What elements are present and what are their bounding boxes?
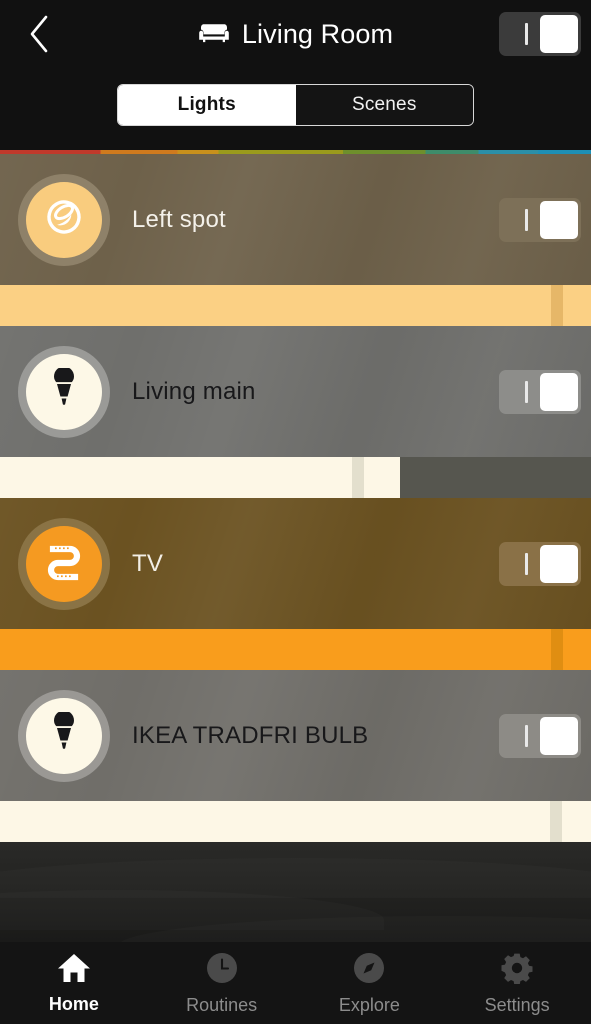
light-name: TV [132, 549, 164, 577]
light-block-ikea-tradfri-bulb: IKEA TRADFRI BULB [0, 670, 591, 842]
light-name: Living main [132, 377, 256, 405]
brightness-fill [0, 629, 591, 670]
brightness-handle[interactable] [352, 457, 364, 498]
lights-list: Left spot Living main TV IKEA TRADFRI BU… [0, 154, 591, 842]
brightness-handle[interactable] [550, 801, 562, 842]
tab-scenes[interactable]: Scenes [295, 85, 473, 125]
light-power-toggle[interactable] [499, 541, 581, 586]
light-row[interactable]: Left spot [0, 154, 591, 285]
room-power-toggle[interactable] [499, 12, 581, 56]
bottom-navigation: Home Routines Explore Settings [0, 942, 591, 1024]
light-block-left-spot: Left spot [0, 154, 591, 326]
tab-lights[interactable]: Lights [118, 85, 296, 125]
app-header: Living Room [0, 0, 591, 68]
brightness-slider[interactable] [0, 801, 591, 842]
light-block-living-main: Living main [0, 326, 591, 498]
nav-item-home-label: Home [48, 994, 99, 1014]
light-row[interactable]: TV [0, 498, 591, 629]
toggle-line-icon [525, 552, 528, 575]
brightness-fill [0, 285, 591, 326]
toggle-knob [540, 372, 578, 411]
room-title-text: Living Room [241, 18, 394, 49]
nav-item-explore-label: Explore [338, 995, 400, 1015]
nav-item-routines-label: Routines [186, 995, 258, 1015]
lightstrip-icon [44, 541, 84, 586]
hue-app-screen: Living Room Lights Scenes Left spot Livi… [0, 0, 591, 1024]
clock-icon [206, 952, 238, 989]
light-row[interactable]: Living main [0, 326, 591, 457]
nav-item-routines[interactable]: Routines [148, 942, 296, 1024]
gear-icon [501, 952, 533, 989]
toggle-line-icon [525, 724, 528, 747]
empty-backdrop [0, 842, 591, 942]
light-avatar [18, 689, 110, 782]
bulb-spot-icon [47, 710, 81, 759]
toggle-knob [540, 544, 578, 583]
light-avatar [18, 345, 110, 438]
lights-scroll-area[interactable]: Left spot Living main TV IKEA TRADFRI BU… [0, 150, 591, 942]
brightness-handle[interactable] [551, 629, 563, 670]
toggle-knob [540, 716, 578, 755]
compass-icon [353, 952, 385, 989]
light-power-toggle[interactable] [499, 369, 581, 414]
tabs-bar: Lights Scenes [0, 68, 591, 150]
spot-downlight-icon [43, 196, 85, 243]
home-icon [57, 953, 91, 988]
light-block-tv: TV [0, 498, 591, 670]
brightness-fill [0, 801, 591, 842]
light-power-toggle[interactable] [499, 713, 581, 758]
bulb-spot-icon [47, 366, 81, 415]
brightness-handle[interactable] [551, 285, 563, 326]
brightness-slider[interactable] [0, 629, 591, 670]
segmented-control: Lights Scenes [117, 84, 474, 126]
nav-item-settings-label: Settings [484, 995, 550, 1015]
tab-scenes-label: Scenes [351, 94, 417, 115]
light-avatar [18, 517, 110, 610]
light-avatar [18, 173, 110, 266]
toggle-line-icon [525, 380, 528, 403]
tab-lights-label: Lights [177, 94, 236, 115]
toggle-line-icon [525, 23, 528, 45]
light-name: Left spot [132, 205, 226, 233]
toggle-knob [540, 200, 578, 239]
brightness-slider[interactable] [0, 457, 591, 498]
light-power-toggle[interactable] [499, 197, 581, 242]
nav-item-settings[interactable]: Settings [443, 942, 591, 1024]
nav-item-home[interactable]: Home [0, 942, 148, 1024]
toggle-knob [540, 15, 578, 53]
light-row[interactable]: IKEA TRADFRI BULB [0, 670, 591, 801]
brightness-fill [0, 457, 401, 498]
nav-item-explore[interactable]: Explore [296, 942, 444, 1024]
brightness-slider[interactable] [0, 285, 591, 326]
light-name: IKEA TRADFRI BULB [132, 721, 369, 749]
sofa-icon [198, 19, 230, 50]
toggle-line-icon [525, 208, 528, 231]
